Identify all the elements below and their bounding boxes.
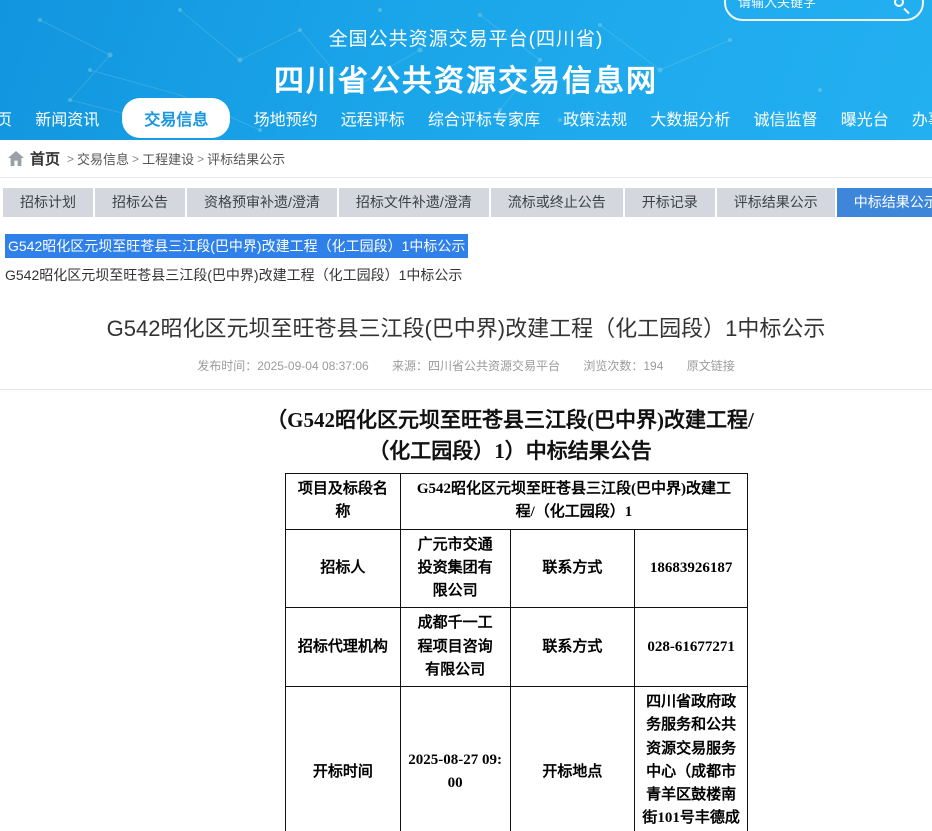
search-input[interactable] [738, 0, 894, 10]
tab-bid-opening-record[interactable]: 开标记录 [625, 188, 715, 217]
nav-item-big-data[interactable]: 大数据分析 [650, 106, 730, 130]
agency-contact-value: 028-61677271 [635, 608, 748, 687]
main-nav: 首页 新闻资讯 交易信息 场地预约 远程评标 综合评标专家库 政策法规 大数据分… [0, 96, 932, 140]
result-list: G542昭化区元坝至旺苍县三江段(巴中界)改建工程（化工园段）1中标公示 G54… [0, 234, 932, 285]
nav-item-venue-booking[interactable]: 场地预约 [254, 106, 318, 130]
tenderer-label: 招标人 [286, 529, 401, 608]
article-title: G542昭化区元坝至旺苍县三江段(巴中界)改建工程（化工园段）1中标公示 [0, 311, 932, 343]
table-row: 招标代理机构 成都千一工程项目咨询有限公司 联系方式 028-61677271 [286, 608, 748, 687]
breadcrumb-item-trade-info[interactable]: 交易信息 [77, 149, 129, 168]
breadcrumb-item-evaluation-results[interactable]: 评标结果公示 [207, 149, 285, 168]
nav-item-exposure[interactable]: 曝光台 [841, 106, 889, 130]
original-link[interactable]: 原文链接 [687, 359, 735, 373]
tab-bid-announcement[interactable]: 招标公告 [95, 188, 185, 217]
nav-item-remote-evaluation[interactable]: 远程评标 [341, 106, 405, 130]
agency-value: 成都千一工程项目咨询有限公司 [400, 608, 510, 687]
table-row: 项目及标段名称 G542昭化区元坝至旺苍县三江段(巴中界)改建工程/（化工园段）… [286, 474, 748, 530]
table-row: 招标人 广元市交通投资集团有限公司 联系方式 18683926187 [286, 529, 748, 608]
site-title: 四川省公共资源交易信息网 [0, 56, 932, 100]
nav-item-policies[interactable]: 政策法规 [563, 106, 627, 130]
site-header: 全国公共资源交易平台(四川省) 四川省公共资源交易信息网 首页 新闻资讯 交易信… [0, 0, 932, 140]
published-time: 发布时间：2025-09-04 08:37:06 [197, 359, 368, 373]
tab-award-results[interactable]: 中标结果公示 [837, 188, 932, 217]
nav-item-trade-info[interactable]: 交易信息 [122, 98, 230, 138]
nav-item-home[interactable]: 首页 [0, 106, 12, 130]
tenderer-contact-label: 联系方式 [510, 529, 635, 608]
result-link-selected[interactable]: G542昭化区元坝至旺苍县三江段(巴中界)改建工程（化工园段）1中标公示 [5, 234, 468, 258]
nav-item-expert-pool[interactable]: 综合评标专家库 [428, 106, 540, 130]
breadcrumb-separator: > [67, 152, 74, 166]
result-link[interactable]: G542昭化区元坝至旺苍县三江段(巴中界)改建工程（化工园段）1中标公示 [5, 265, 932, 285]
award-result-table: 项目及标段名称 G542昭化区元坝至旺苍县三江段(巴中界)改建工程/（化工园段）… [285, 473, 748, 831]
divider [0, 389, 932, 390]
project-label: 项目及标段名称 [286, 474, 401, 530]
tenderer-value: 广元市交通投资集团有限公司 [400, 529, 510, 608]
breadcrumb: 首页 > 交易信息 > 工程建设 > 评标结果公示 [0, 140, 932, 178]
document-title: （G542昭化区元坝至旺苍县三江段(巴中界)改建工程/（化工园段）1）中标结果公… [250, 405, 770, 467]
bid-opening-time-label: 开标时间 [286, 687, 401, 831]
agency-contact-label: 联系方式 [510, 608, 635, 687]
site-titles: 全国公共资源交易平台(四川省) 四川省公共资源交易信息网 [0, 24, 932, 100]
breadcrumb-item-engineering[interactable]: 工程建设 [142, 149, 194, 168]
search-box[interactable] [724, 0, 924, 21]
tab-bid-doc-clarification[interactable]: 招标文件补遗/澄清 [339, 188, 489, 217]
breadcrumb-separator: > [132, 152, 139, 166]
bid-opening-place-value: 四川省政府政务服务和公共资源交易服务中心（成都市青羊区鼓楼南街101号丰德成达中… [635, 687, 748, 831]
category-tabs: 招标计划 招标公告 资格预审补遗/澄清 招标文件补遗/澄清 流标或终止公告 开标… [0, 188, 932, 217]
search-icon[interactable] [894, 0, 910, 11]
nav-item-news[interactable]: 新闻资讯 [35, 106, 99, 130]
nav-item-services[interactable]: 办事 [912, 106, 932, 130]
bid-opening-place-label: 开标地点 [510, 687, 635, 831]
breadcrumb-separator: > [197, 152, 204, 166]
tenderer-contact-value: 18683926187 [635, 529, 748, 608]
tab-failed-terminated[interactable]: 流标或终止公告 [491, 188, 623, 217]
table-row: 开标时间 2025-08-27 09:00 开标地点 四川省政府政务服务和公共资… [286, 687, 748, 831]
agency-label: 招标代理机构 [286, 608, 401, 687]
article-meta: 发布时间：2025-09-04 08:37:06 来源：四川省公共资源交易平台 … [0, 357, 932, 374]
breadcrumb-home[interactable]: 首页 [30, 148, 60, 169]
tab-evaluation-results[interactable]: 评标结果公示 [717, 188, 835, 217]
tab-prequalification-clarification[interactable]: 资格预审补遗/澄清 [187, 188, 337, 217]
bid-opening-time-value: 2025-08-27 09:00 [400, 687, 510, 831]
project-value: G542昭化区元坝至旺苍县三江段(巴中界)改建工程/（化工园段）1 [400, 474, 747, 530]
home-icon [8, 151, 24, 166]
nav-item-integrity[interactable]: 诚信监督 [754, 106, 818, 130]
tab-bid-plan[interactable]: 招标计划 [3, 188, 93, 217]
site-subtitle: 全国公共资源交易平台(四川省) [0, 24, 932, 51]
view-count: 浏览次数：194 [583, 359, 663, 373]
source: 来源：四川省公共资源交易平台 [392, 359, 560, 373]
